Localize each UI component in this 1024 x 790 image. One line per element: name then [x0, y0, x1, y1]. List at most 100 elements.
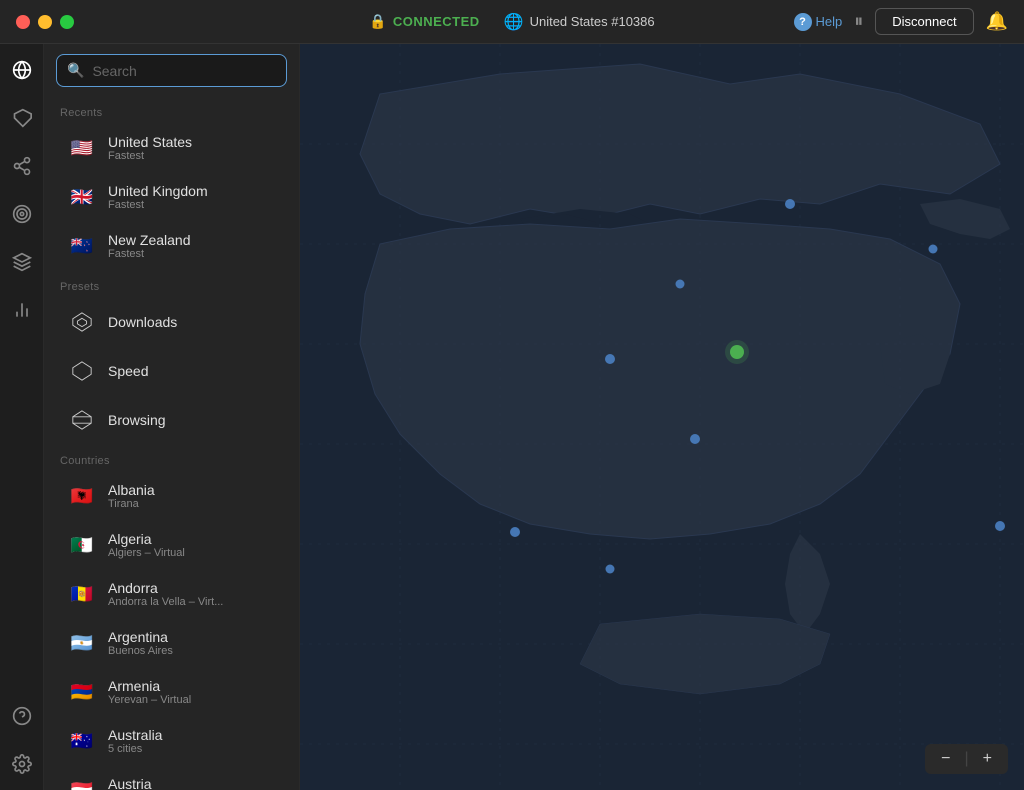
flag-armenia: 🇦🇲: [66, 676, 98, 708]
sidebar-item-network[interactable]: [8, 152, 36, 180]
country-name-uk: United Kingdom: [108, 183, 208, 199]
country-item-argentina[interactable]: 🇦🇷 Argentina Buenos Aires: [50, 619, 293, 667]
help-button[interactable]: ? Help: [794, 13, 843, 31]
recent-item-uk[interactable]: 🇬🇧 United Kingdom Fastest: [50, 173, 293, 221]
country-name-argentina: Argentina: [108, 629, 173, 645]
item-text-austria: Austria Vienna: [108, 776, 152, 790]
recent-item-nz[interactable]: 🇳🇿 New Zealand Fastest: [50, 222, 293, 270]
country-sub-us: Fastest: [108, 150, 192, 162]
flag-nz: 🇳🇿: [66, 230, 98, 262]
titlebar-right: ? Help ⏸ Disconnect 🔔: [794, 8, 1008, 35]
country-sub-armenia: Yerevan – Virtual: [108, 694, 191, 706]
sidebar-scroll: Recents 🇺🇸 United States Fastest 🇬🇧 Unit…: [44, 97, 299, 790]
item-text-us: United States Fastest: [108, 134, 192, 162]
icon-rail: [0, 44, 44, 790]
item-text-argentina: Argentina Buenos Aires: [108, 629, 173, 657]
item-text-browsing: Browsing: [108, 412, 166, 428]
country-sub-argentina: Buenos Aires: [108, 645, 173, 657]
connected-label: CONNECTED: [393, 14, 480, 29]
country-item-armenia[interactable]: 🇦🇲 Armenia Yerevan – Virtual: [50, 668, 293, 716]
country-sub-algeria: Algiers – Virtual: [108, 547, 185, 559]
connected-status: 🔒 CONNECTED: [369, 13, 479, 30]
map-svg: [300, 44, 1024, 790]
search-input[interactable]: [92, 63, 276, 79]
country-sub-andorra: Andorra la Vella – Virt...: [108, 596, 223, 608]
disconnect-button[interactable]: Disconnect: [875, 8, 973, 35]
country-item-austria[interactable]: 🇦🇹 Austria Vienna: [50, 766, 293, 790]
downloads-icon: [66, 306, 98, 338]
country-sub-australia: 5 cities: [108, 743, 162, 755]
country-name-us: United States: [108, 134, 192, 150]
sidebar-item-shield[interactable]: [8, 104, 36, 132]
close-button[interactable]: [16, 15, 30, 29]
country-item-andorra[interactable]: 🇦🇩 Andorra Andorra la Vella – Virt...: [50, 570, 293, 618]
country-name-nz: New Zealand: [108, 232, 191, 248]
notification-icon[interactable]: 🔔: [986, 11, 1008, 32]
country-name-albania: Albania: [108, 482, 155, 498]
flag-uk: 🇬🇧: [66, 181, 98, 213]
search-icon: 🔍: [67, 62, 84, 79]
server-info[interactable]: 🌐 United States #10386: [504, 12, 655, 32]
preset-name-browsing: Browsing: [108, 412, 166, 428]
flag-argentina: 🇦🇷: [66, 627, 98, 659]
countries-label: Countries: [44, 445, 299, 471]
flag-albania: 🇦🇱: [66, 480, 98, 512]
flag-andorra: 🇦🇩: [66, 578, 98, 610]
item-text-australia: Australia 5 cities: [108, 727, 162, 755]
item-text-algeria: Algeria Algiers – Virtual: [108, 531, 185, 559]
speed-icon: [66, 355, 98, 387]
rail-bottom: [8, 702, 36, 778]
lock-icon: 🔒: [369, 13, 386, 30]
country-name-australia: Australia: [108, 727, 162, 743]
country-sub-nz: Fastest: [108, 248, 191, 260]
search-container: 🔍: [44, 44, 299, 97]
search-input-wrap[interactable]: 🔍: [56, 54, 287, 87]
item-text-uk: United Kingdom Fastest: [108, 183, 208, 211]
sidebar-item-stats[interactable]: [8, 296, 36, 324]
flag-algeria: 🇩🇿: [66, 529, 98, 561]
help-icon[interactable]: [8, 702, 36, 730]
titlebar-center: 🔒 CONNECTED 🌐 United States #10386: [369, 12, 654, 32]
flag-us: 🇺🇸: [66, 132, 98, 164]
maximize-button[interactable]: [60, 15, 74, 29]
country-name-armenia: Armenia: [108, 678, 191, 694]
traffic-lights: [16, 15, 74, 29]
sidebar-item-globe[interactable]: [8, 56, 36, 84]
settings-icon[interactable]: [8, 750, 36, 778]
presets-label: Presets: [44, 271, 299, 297]
preset-speed[interactable]: Speed: [50, 347, 293, 395]
preset-name-downloads: Downloads: [108, 314, 177, 330]
recents-label: Recents: [44, 97, 299, 123]
sidebar-panel: 🔍 Recents 🇺🇸 United States Fastest 🇬🇧 Un…: [44, 44, 300, 790]
country-item-albania[interactable]: 🇦🇱 Albania Tirana: [50, 472, 293, 520]
preset-downloads[interactable]: Downloads: [50, 298, 293, 346]
recent-item-us[interactable]: 🇺🇸 United States Fastest: [50, 124, 293, 172]
settings-pause-icon[interactable]: ⏸: [854, 11, 863, 32]
globe-icon: 🌐: [504, 12, 524, 32]
help-circle-icon: ?: [794, 13, 812, 31]
sidebar-item-layers[interactable]: [8, 248, 36, 276]
zoom-controls: − | +: [925, 744, 1008, 774]
country-item-algeria[interactable]: 🇩🇿 Algeria Algiers – Virtual: [50, 521, 293, 569]
minimize-button[interactable]: [38, 15, 52, 29]
zoom-plus-button[interactable]: +: [977, 748, 998, 770]
item-text-albania: Albania Tirana: [108, 482, 155, 510]
preset-browsing[interactable]: Browsing: [50, 396, 293, 444]
item-text-armenia: Armenia Yerevan – Virtual: [108, 678, 191, 706]
zoom-separator: |: [965, 750, 969, 768]
flag-australia: 🇦🇺: [66, 725, 98, 757]
titlebar: 🔒 CONNECTED 🌐 United States #10386 ? Hel…: [0, 0, 1024, 44]
item-text-andorra: Andorra Andorra la Vella – Virt...: [108, 580, 223, 608]
sidebar-item-target[interactable]: [8, 200, 36, 228]
main-layout: 🔍 Recents 🇺🇸 United States Fastest 🇬🇧 Un…: [0, 44, 1024, 790]
country-name-austria: Austria: [108, 776, 152, 790]
country-name-algeria: Algeria: [108, 531, 185, 547]
zoom-minus-button[interactable]: −: [935, 748, 956, 770]
map-area[interactable]: − | +: [300, 44, 1024, 790]
help-label: Help: [816, 14, 843, 29]
flag-austria: 🇦🇹: [66, 774, 98, 790]
item-text-downloads: Downloads: [108, 314, 177, 330]
country-item-australia[interactable]: 🇦🇺 Australia 5 cities: [50, 717, 293, 765]
server-name: United States #10386: [530, 14, 655, 29]
preset-name-speed: Speed: [108, 363, 148, 379]
